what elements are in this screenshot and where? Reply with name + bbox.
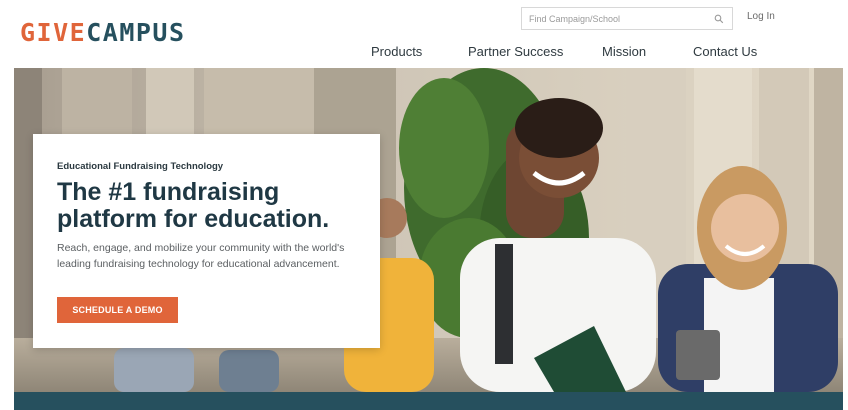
schedule-demo-button[interactable]: SCHEDULE A DEMO <box>57 297 178 323</box>
login-link[interactable]: Log In <box>747 11 775 22</box>
search-icon[interactable] <box>714 14 724 24</box>
hero-headline: The #1 fundraising platform for educatio… <box>57 178 330 233</box>
search-input[interactable] <box>522 8 702 29</box>
bottom-band <box>14 392 843 410</box>
nav-products[interactable]: Products <box>371 44 422 59</box>
hero-card: Educational Fundraising Technology The #… <box>33 134 380 348</box>
main-nav: Products Partner Success Mission Contact… <box>0 44 848 60</box>
hero-eyebrow: Educational Fundraising Technology <box>57 161 224 172</box>
search-box <box>521 7 733 30</box>
hero-description: Reach, engage, and mobilize your communi… <box>57 242 345 270</box>
logo-campus: CAMPUS <box>86 18 186 47</box>
nav-partner-success[interactable]: Partner Success <box>468 44 563 59</box>
nav-mission[interactable]: Mission <box>602 44 646 59</box>
nav-contact-us[interactable]: Contact Us <box>693 44 757 59</box>
site-header: GIVECAMPUS Log In Products Partner Succe… <box>0 0 848 68</box>
logo-give: GIVE <box>20 18 87 47</box>
